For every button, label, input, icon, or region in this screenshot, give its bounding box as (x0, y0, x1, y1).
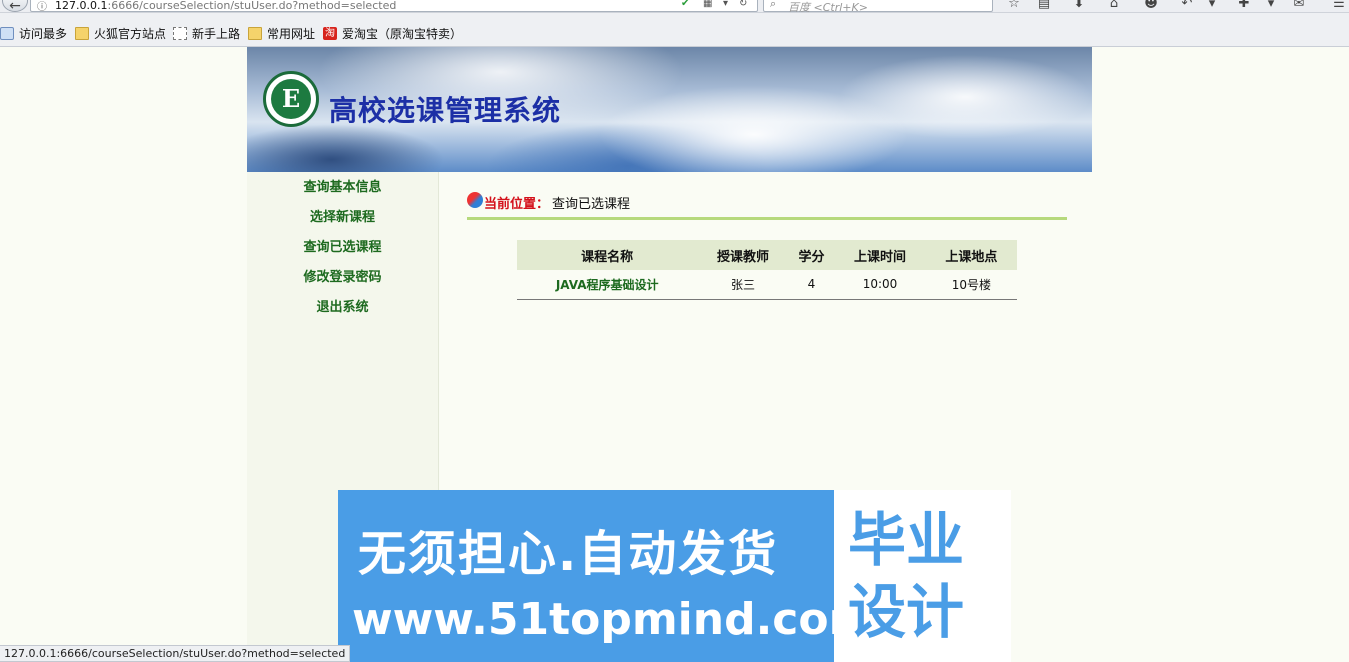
back-button[interactable]: ← (2, 0, 28, 12)
menu-arrow-icon[interactable]: ▾ (1203, 0, 1221, 12)
column-header-teacher: 授课教师 (697, 240, 789, 270)
ad-slogan: 无须担心.自动发货 (358, 526, 779, 582)
column-header-time: 上课时间 (834, 240, 926, 270)
browser-toolbar: ← ⓘ 127.0.0.1:6666/courseSelection/stuUs… (0, 0, 1349, 13)
chat-icon[interactable]: ☻ (1142, 0, 1160, 12)
location-label: 当前位置： (484, 197, 550, 212)
location-icon (467, 192, 483, 208)
location-value: 查询已选课程 (552, 197, 631, 212)
system-title: 高校选课管理系统 (329, 94, 562, 127)
header-banner: E 高校选课管理系统 (247, 47, 1092, 172)
ad-site-url: www.51topmind.com (352, 594, 875, 645)
cell-teacher: 张三 (697, 270, 789, 300)
download-icon[interactable]: ⬇ (1070, 0, 1088, 12)
ad-badge-line1: 毕业 (848, 506, 965, 574)
bookmark-label: 爱淘宝（原淘宝特卖） (342, 26, 463, 41)
column-header-credits: 学分 (788, 240, 835, 270)
bookmark-most-visited[interactable]: 访问最多 (0, 25, 67, 41)
star-icon[interactable]: ☆ (1005, 0, 1023, 12)
nav-change-password[interactable]: 修改登录密码 (247, 263, 438, 293)
bookmarks-bar: 访问最多 火狐官方站点 新手上路 常用网址 淘爱淘宝（原淘宝特卖） (0, 13, 1349, 47)
page-icon (173, 26, 187, 40)
bookmark-label: 火狐官方站点 (94, 26, 167, 41)
address-text: 127.0.0.1:6666/courseSelection/stuUser.d… (55, 0, 396, 12)
undo-icon[interactable]: ↶ (1178, 0, 1196, 12)
comment-icon[interactable]: ✉ (1290, 0, 1308, 12)
address-bar[interactable]: ⓘ 127.0.0.1:6666/courseSelection/stuUser… (30, 0, 758, 12)
bookmark-label: 常用网址 (267, 26, 316, 41)
addon-arrow-icon[interactable]: ▾ (1262, 0, 1280, 12)
ad-badge: 毕业 设计 (834, 490, 1011, 662)
folder-icon (248, 26, 262, 40)
column-header-course-name: 课程名称 (517, 240, 698, 270)
url-host: 127.0.0.1 (55, 0, 108, 12)
hamburger-menu-icon[interactable]: ☰ (1330, 0, 1348, 12)
selected-courses-table: 课程名称 授课教师 学分 上课时间 上课地点 JAVA程序基础设计 张三 4 1… (517, 240, 1017, 300)
site-info-icon[interactable]: ⓘ (37, 0, 47, 12)
cell-time: 10:00 (834, 270, 926, 300)
table-row: JAVA程序基础设计 张三 4 10:00 10号楼 (517, 270, 1017, 300)
bookmark-label: 新手上路 (192, 26, 241, 41)
addon-icon[interactable]: ✚ (1235, 0, 1253, 12)
nav-select-new-course[interactable]: 选择新课程 (247, 203, 438, 233)
url-path: :6666/courseSelection/stuUser.do?method=… (107, 0, 397, 12)
status-bar: 127.0.0.1:6666/courseSelection/stuUser.d… (0, 645, 351, 662)
advertisement-banner[interactable]: 无须担心.自动发货 www.51topmind.com 毕业 设计 (338, 490, 1011, 662)
shield-icon[interactable]: ✔ (681, 0, 689, 9)
nav-logout[interactable]: 退出系统 (247, 293, 438, 323)
cell-course-name[interactable]: JAVA程序基础设计 (517, 270, 698, 300)
breadcrumb: 当前位置： 查询已选课程 (467, 190, 1067, 220)
search-bar[interactable]: ⌕ 百度 <Ctrl+K> (763, 0, 993, 12)
cell-location: 10号楼 (925, 270, 1017, 300)
dropdown-icon[interactable]: ▾ (723, 0, 728, 9)
home-icon[interactable]: ⌂ (1105, 0, 1123, 12)
folder-icon (75, 26, 89, 40)
taobao-icon: 淘 (323, 26, 337, 40)
reading-list-icon[interactable]: ▤ (1035, 0, 1053, 12)
table-header-row: 课程名称 授课教师 学分 上课时间 上课地点 (517, 240, 1017, 270)
cell-credits: 4 (788, 270, 835, 300)
bookmark-getting-started[interactable]: 新手上路 (173, 25, 240, 41)
bookmark-common-sites[interactable]: 常用网址 (248, 25, 315, 41)
university-logo: E (263, 71, 319, 127)
nav-query-selected-courses[interactable]: 查询已选课程 (247, 233, 438, 263)
nav-list: 查询基本信息 选择新课程 查询已选课程 修改登录密码 退出系统 (247, 172, 438, 323)
bookmark-firefox-site[interactable]: 火狐官方站点 (75, 25, 166, 41)
qr-code-icon[interactable]: ▦ (703, 0, 712, 9)
search-placeholder: 百度 <Ctrl+K> (788, 1, 868, 13)
reload-icon[interactable]: ↻ (739, 0, 747, 9)
ad-badge-line2: 设计 (848, 578, 965, 646)
logo-glyph: E (271, 79, 311, 119)
bookmark-label: 访问最多 (19, 26, 68, 41)
smart-folder-icon (0, 26, 14, 40)
column-header-location: 上课地点 (925, 240, 1017, 270)
bookmark-aitaobao[interactable]: 淘爱淘宝（原淘宝特卖） (323, 25, 462, 41)
nav-query-basic-info[interactable]: 查询基本信息 (247, 173, 438, 203)
search-icon: ⌕ (770, 0, 777, 10)
